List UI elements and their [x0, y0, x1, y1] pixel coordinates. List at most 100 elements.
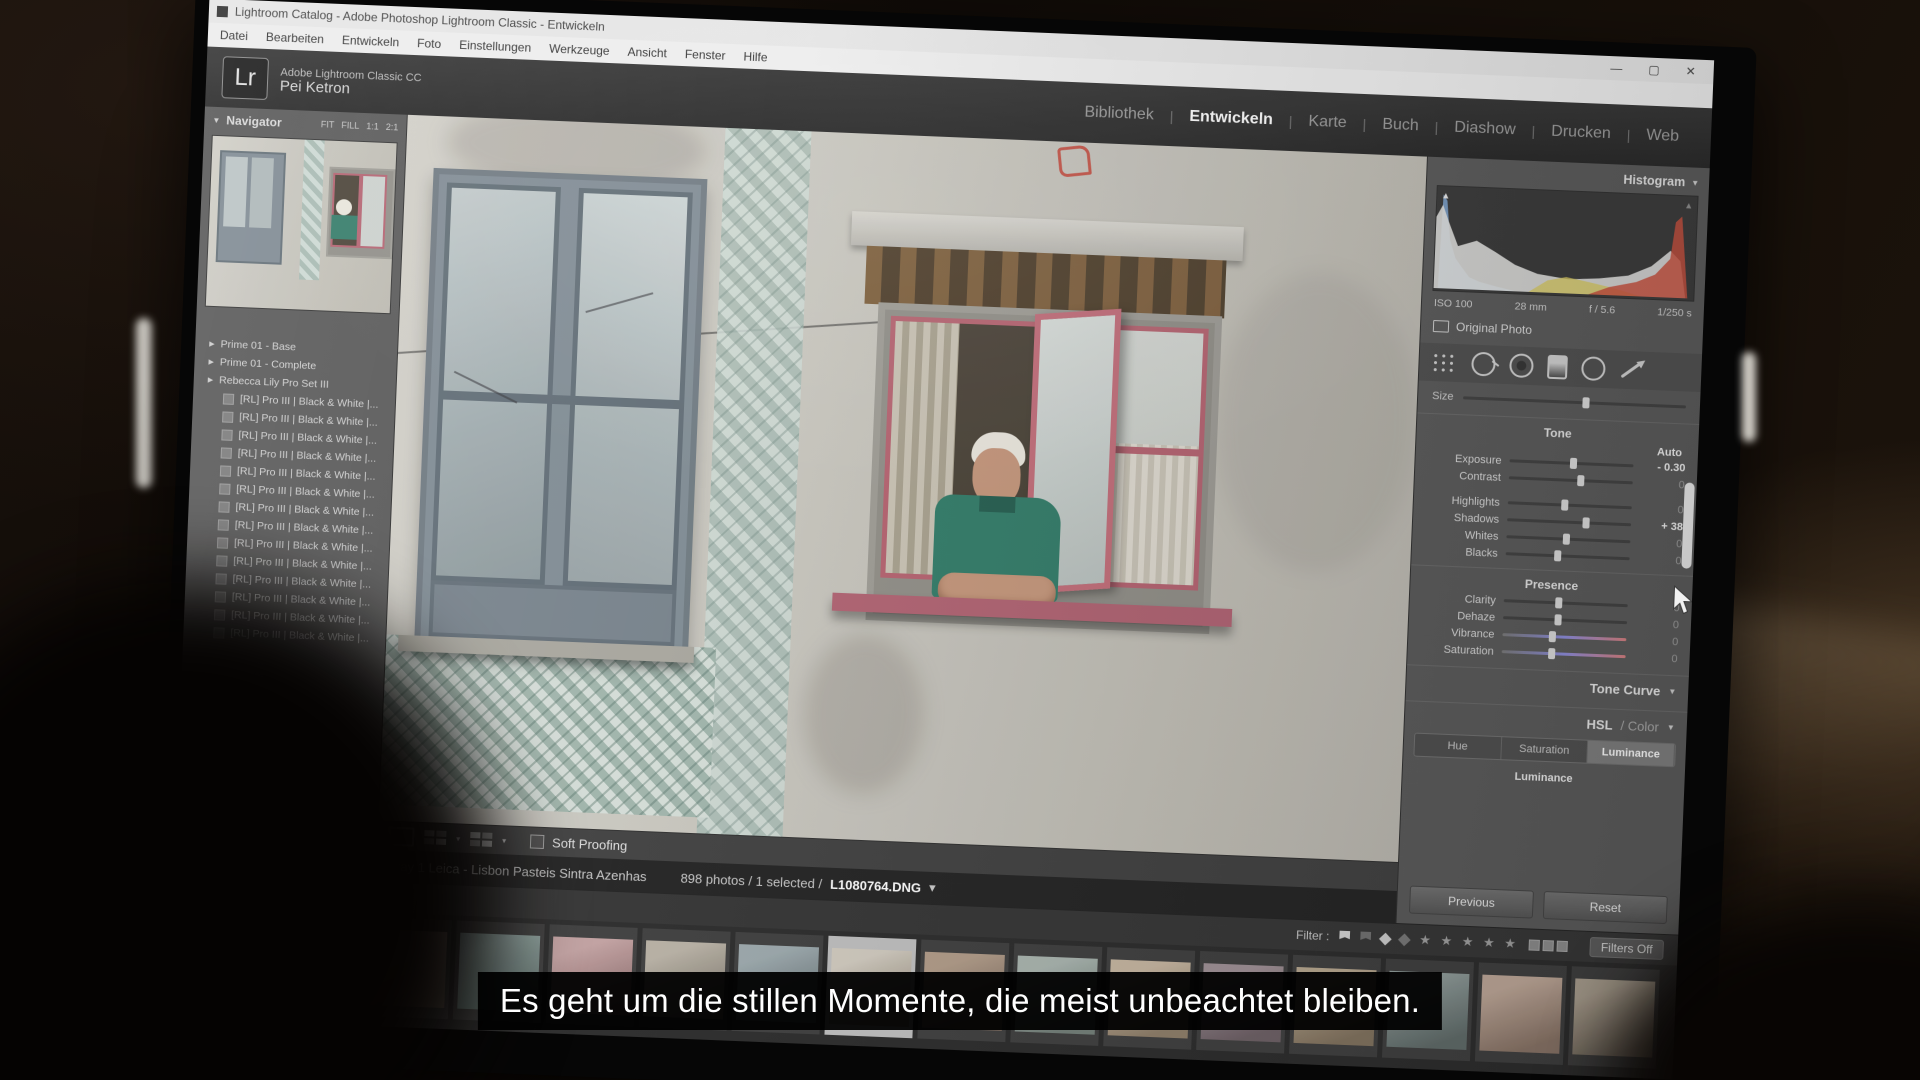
filename-caret-icon[interactable]: ▾: [929, 880, 936, 896]
photo-left-window: [413, 167, 708, 661]
color-label-filters[interactable]: [1528, 938, 1569, 952]
lightroom-logo: Lr: [221, 56, 270, 101]
menu-item-werkzeuge[interactable]: Werkzeuge: [549, 42, 610, 58]
filmstrip-thumbnail[interactable]: [1474, 962, 1567, 1065]
graduated-filter-icon[interactable]: [1546, 354, 1568, 380]
slider-track-shadows[interactable]: [1507, 517, 1632, 529]
hsl-tab-luminance[interactable]: Luminance: [1587, 740, 1676, 767]
navigator-preview[interactable]: [204, 134, 398, 315]
maximize-button[interactable]: ▢: [1648, 63, 1660, 77]
module-bibliothek[interactable]: Bibliothek: [1068, 103, 1170, 125]
diamond-filter-icon[interactable]: [1379, 932, 1393, 945]
slider-label: Clarity: [1464, 593, 1497, 607]
preset-chip-icon: [220, 446, 233, 459]
highlight-clipping-icon[interactable]: ▲: [1684, 200, 1693, 210]
slider-thumb[interactable]: [1553, 614, 1562, 626]
video-frame: Lightroom Catalog - Adobe Photoshop Ligh…: [0, 0, 1920, 1080]
navigator-zoom-fill[interactable]: FILL: [341, 120, 359, 131]
slider-thumb[interactable]: [1548, 631, 1556, 643]
menu-item-foto[interactable]: Foto: [417, 36, 442, 51]
menu-item-entwickeln[interactable]: Entwickeln: [342, 33, 400, 49]
red-eye-icon[interactable]: [1508, 353, 1534, 379]
bezel-reflection-right: [1742, 352, 1756, 442]
radial-filter-icon[interactable]: [1580, 356, 1606, 382]
slider-thumb[interactable]: [1570, 457, 1578, 470]
navigator-zoom-21[interactable]: 2:1: [386, 122, 399, 133]
filters-off-dropdown[interactable]: Filters Off: [1589, 936, 1665, 960]
original-photo-label: Original Photo: [1455, 319, 1533, 338]
flag-pick-icon[interactable]: [1339, 931, 1350, 943]
auto-button[interactable]: Auto: [1657, 446, 1683, 459]
module-web[interactable]: Web: [1630, 126, 1695, 147]
navigator-zoom-fit[interactable]: FIT: [321, 119, 335, 130]
diamond-filter-dark-icon[interactable]: [1398, 933, 1412, 946]
slider-thumb[interactable]: [1547, 647, 1555, 660]
menu-item-fenster[interactable]: Fenster: [685, 47, 726, 63]
close-button[interactable]: ✕: [1685, 64, 1696, 78]
module-diashow[interactable]: Diashow: [1438, 118, 1532, 140]
menu-item-einstellungen[interactable]: Einstellungen: [459, 38, 532, 55]
module-drucken[interactable]: Drucken: [1535, 122, 1627, 144]
preset-label: Prime 01 - Complete: [219, 356, 317, 373]
preset-chip-icon: [219, 482, 231, 495]
spot-removal-icon[interactable]: [1471, 351, 1496, 377]
selected-filename[interactable]: L1080764.DNG: [830, 876, 922, 895]
menu-item-bearbeiten[interactable]: Bearbeiten: [266, 30, 325, 46]
module-buch[interactable]: Buch: [1366, 115, 1435, 136]
menu-item-datei[interactable]: Datei: [220, 28, 249, 43]
slider-track-vibrance[interactable]: [1502, 631, 1627, 643]
slider-thumb[interactable]: [1576, 475, 1585, 487]
bezel-reflection-left: [136, 318, 152, 488]
slider-thumb[interactable]: [1562, 533, 1570, 545]
histogram-collapse-icon[interactable]: ▼: [1691, 178, 1699, 187]
slider-track-contrast[interactable]: [1508, 475, 1633, 487]
hsl-collapse-icon[interactable]: ▼: [1667, 723, 1675, 732]
soft-proofing-checkbox[interactable]: [529, 834, 545, 849]
photo-red-graffiti: [1057, 144, 1092, 178]
slider-thumb[interactable]: [1554, 550, 1562, 562]
tone-curve-collapse-icon[interactable]: ▼: [1668, 687, 1676, 696]
minimize-button[interactable]: —: [1610, 61, 1623, 75]
menu-item-hilfe[interactable]: Hilfe: [743, 50, 768, 65]
slider-track-saturation[interactable]: [1501, 647, 1626, 660]
center-column: ▾ ▾ Soft Proofing Day 1 Leica - Lisbon P…: [376, 114, 1427, 923]
reset-button[interactable]: Reset: [1542, 891, 1668, 925]
slider-track-dehaze[interactable]: [1503, 614, 1628, 626]
menu-item-ansicht[interactable]: Ansicht: [627, 45, 667, 61]
tone-curve-header[interactable]: Tone Curve ▼: [1405, 664, 1689, 704]
slider-track-highlights[interactable]: [1507, 499, 1632, 511]
slider-thumb[interactable]: [1582, 517, 1591, 529]
before-after-mini-icon: [1432, 320, 1450, 333]
soft-proofing-control[interactable]: Soft Proofing: [529, 834, 628, 853]
preset-label: Prime 01 - Base: [220, 338, 297, 354]
dropdown-arrow-icon-2[interactable]: ▾: [502, 836, 506, 845]
grid-overlay-icon[interactable]: [1431, 351, 1458, 374]
slider-track-blacks[interactable]: [1505, 550, 1630, 562]
hsl-tab-hue[interactable]: Hue: [1414, 733, 1502, 760]
size-slider[interactable]: [1463, 395, 1686, 408]
previous-button[interactable]: Previous: [1408, 885, 1534, 919]
shadow-clipping-icon[interactable]: ▲: [1441, 190, 1450, 200]
exif-token: 28 mm: [1514, 300, 1547, 314]
slider-value: 0: [1671, 652, 1678, 665]
slider-track-whites[interactable]: [1506, 533, 1631, 545]
module-entwickeln[interactable]: Entwickeln: [1173, 107, 1289, 130]
module-karte[interactable]: Karte: [1292, 112, 1363, 133]
flag-reject-icon[interactable]: [1360, 932, 1371, 944]
selection-count: 898 photos / 1 selected /: [680, 870, 823, 891]
thumbnail-image: [1479, 974, 1563, 1054]
adjustment-brush-icon[interactable]: [1620, 362, 1641, 378]
hsl-tab-saturation[interactable]: Saturation: [1500, 737, 1589, 763]
histogram-graph[interactable]: ▲ ▲: [1432, 185, 1699, 302]
slider-thumb[interactable]: [1561, 499, 1569, 511]
navigator-zoom-11[interactable]: 1:1: [366, 121, 379, 132]
preset-expand-icon: ▶: [207, 376, 214, 385]
star-rating-filter[interactable]: ★ ★ ★ ★ ★: [1419, 932, 1519, 952]
slider-label: Blacks: [1465, 546, 1498, 560]
loupe-photo[interactable]: [378, 114, 1427, 863]
slider-track-clarity[interactable]: [1503, 597, 1628, 609]
slider-thumb[interactable]: [1554, 597, 1563, 609]
slider-track-exposure[interactable]: [1509, 457, 1634, 470]
size-label: Size: [1431, 390, 1454, 403]
slider-value: 0: [1677, 503, 1684, 516]
